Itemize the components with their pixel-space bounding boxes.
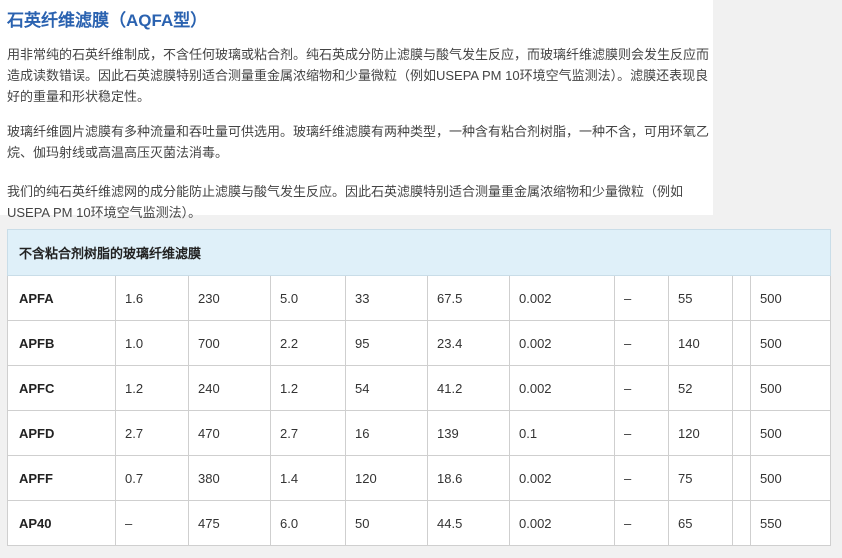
table-row: AP40–475 6.0 50 44.5 0.002–65 550 — [7, 500, 832, 546]
value-cell: – — [614, 320, 669, 366]
value-cell: 18.6 — [427, 455, 510, 501]
value-cell: 475 — [188, 500, 271, 546]
value-cell: 470 — [188, 410, 271, 456]
value-cell: 65 — [668, 500, 733, 546]
value-cell — [732, 365, 751, 411]
value-cell: – — [614, 365, 669, 411]
model-cell: APFC — [7, 365, 116, 411]
value-cell: – — [614, 410, 669, 456]
value-cell: 500 — [749, 365, 832, 411]
value-cell: 0.002 — [509, 365, 615, 411]
value-cell: – — [614, 500, 669, 546]
value-cell: 1.2 — [115, 365, 189, 411]
value-cell: 380 — [188, 455, 271, 501]
value-cell: 67.5 — [427, 275, 510, 321]
value-cell: 700 — [188, 320, 271, 366]
value-cell: 41.2 — [427, 365, 510, 411]
value-cell: 0.002 — [509, 455, 615, 501]
value-cell: 6.0 — [270, 500, 346, 546]
value-cell: 16 — [345, 410, 428, 456]
article-section: 石英纤维滤膜（AQFA型） 用非常纯的石英纤维制成，不含任何玻璃或粘合剂。纯石英… — [0, 0, 713, 220]
value-cell: 0.7 — [115, 455, 189, 501]
value-cell: 140 — [668, 320, 733, 366]
value-cell — [732, 500, 751, 546]
spec-table: 不含粘合剂树脂的玻璃纤维滤膜 APFA 1.6 230 5.0 33 67.5 0.002–… — [6, 229, 832, 546]
value-cell: – — [614, 455, 669, 501]
table-header-row: 不含粘合剂树脂的玻璃纤维滤膜 — [6, 229, 832, 276]
value-cell: 5.0 — [270, 275, 346, 321]
model-cell: AP40 — [7, 500, 116, 546]
value-cell: 240 — [188, 365, 271, 411]
value-cell: 550 — [749, 500, 832, 546]
table-row: APFF 0.7 380 1.4 120 18.6 0.002–75 500 — [7, 455, 832, 501]
model-cell: APFA — [7, 275, 116, 321]
table-row: APFA 1.6 230 5.0 33 67.5 0.002–55 500 — [7, 275, 832, 321]
model-cell: APFF — [7, 455, 116, 501]
value-cell: 1.6 — [115, 275, 189, 321]
spec-table-container: 不含粘合剂树脂的玻璃纤维滤膜 APFA 1.6 230 5.0 33 67.5 0.002–… — [6, 229, 832, 546]
paragraph-intro: 用非常纯的石英纤维制成，不含任何玻璃或粘合剂。纯石英成分防止滤膜与酸气发生反应，… — [7, 47, 710, 104]
model-cell: APFB — [7, 320, 116, 366]
value-cell: 50 — [345, 500, 428, 546]
value-cell: 95 — [345, 320, 428, 366]
value-cell: 120 — [345, 455, 428, 501]
value-cell: 0.002 — [509, 275, 615, 321]
value-cell: 139 — [427, 410, 510, 456]
value-cell: 55 — [668, 275, 733, 321]
value-cell: 0.1 — [509, 410, 615, 456]
value-cell: 75 — [668, 455, 733, 501]
value-cell: 500 — [749, 410, 832, 456]
value-cell — [732, 410, 751, 456]
value-cell: 500 — [749, 455, 832, 501]
value-cell: 1.0 — [115, 320, 189, 366]
value-cell: 54 — [345, 365, 428, 411]
value-cell: 1.2 — [270, 365, 346, 411]
table-row: APFD 2.7 470 2.7 16 139 0.1–120 500 — [7, 410, 832, 456]
value-cell: 2.2 — [270, 320, 346, 366]
value-cell: 0.002 — [509, 320, 615, 366]
value-cell: 52 — [668, 365, 733, 411]
model-cell: APFD — [7, 410, 116, 456]
value-cell — [732, 275, 751, 321]
value-cell: 44.5 — [427, 500, 510, 546]
value-cell: 0.002 — [509, 500, 615, 546]
value-cell: 2.7 — [115, 410, 189, 456]
value-cell: – — [614, 275, 669, 321]
paragraph-composition: 我们的纯石英纤维滤网的成分能防止滤膜与酸气发生反应。因此石英滤膜特别适合测量重金… — [7, 184, 684, 220]
value-cell: 500 — [749, 320, 832, 366]
value-cell: 2.7 — [270, 410, 346, 456]
value-cell: – — [115, 500, 189, 546]
value-cell: 1.4 — [270, 455, 346, 501]
table-row: APFC 1.2 240 1.2 54 41.2 0.002–52 500 — [7, 365, 832, 411]
table-row: APFB 1.0 700 2.2 95 23.4 0.002–140 500 — [7, 320, 832, 366]
value-cell: 23.4 — [427, 320, 510, 366]
page-title: 石英纤维滤膜（AQFA型） — [7, 11, 208, 30]
value-cell — [732, 455, 751, 501]
value-cell: 120 — [668, 410, 733, 456]
paragraph-types: 玻璃纤维圆片滤膜有多种流量和吞吐量可供选用。玻璃纤维滤膜有两种类型，一种含有粘合… — [7, 124, 710, 160]
value-cell: 33 — [345, 275, 428, 321]
value-cell: 500 — [749, 275, 832, 321]
table-header-label: 不含粘合剂树脂的玻璃纤维滤膜 — [6, 229, 832, 276]
value-cell — [732, 320, 751, 366]
value-cell: 230 — [188, 275, 271, 321]
